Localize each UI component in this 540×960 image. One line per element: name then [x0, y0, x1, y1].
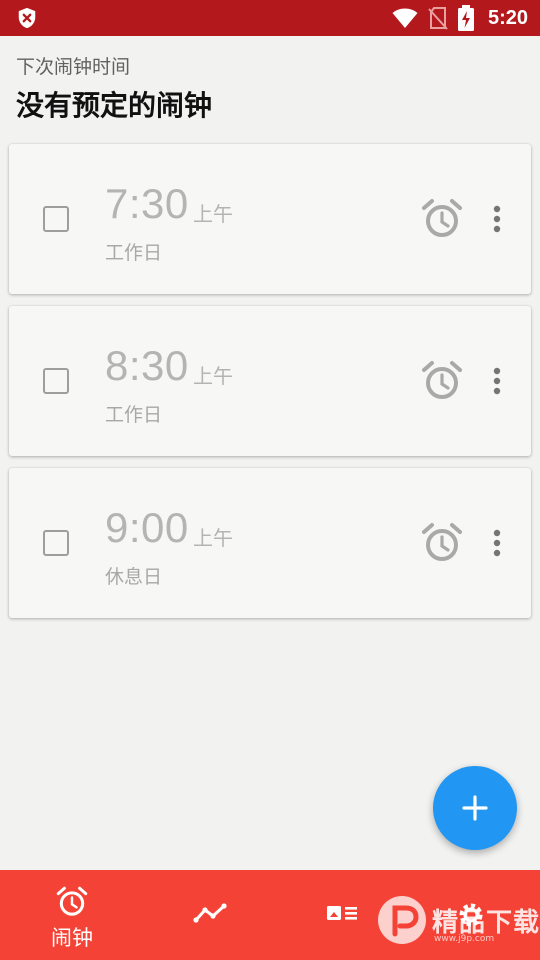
alarm-repeat: 工作日: [105, 404, 163, 426]
alarm-clock-icon[interactable]: [421, 198, 463, 240]
alarm-card[interactable]: 7:30 上午 工作日: [9, 144, 531, 294]
alarm-checkbox[interactable]: [43, 206, 69, 232]
next-alarm-value: 没有预定的闹钟: [16, 89, 213, 122]
no-sim-icon: [428, 7, 448, 30]
nav-item-stats[interactable]: [160, 870, 260, 960]
watermark-url: www.j9p.com: [434, 934, 495, 944]
battery-charging-icon: [457, 5, 474, 31]
alarm-ampm: 上午: [193, 202, 233, 226]
plus-icon: [462, 795, 488, 821]
trend-chart-icon: [193, 903, 227, 923]
alarm-time: 9:00: [105, 504, 189, 551]
alarm-checkbox[interactable]: [43, 368, 69, 394]
alarm-time: 8:30: [105, 342, 189, 389]
watermark-logo: [378, 896, 426, 944]
alarm-ampm: 上午: [193, 526, 233, 550]
next-alarm-label: 下次闹钟时间: [16, 56, 131, 78]
alarm-repeat: 休息日: [105, 566, 163, 588]
alarm-checkbox[interactable]: [43, 530, 69, 556]
alarm-clock-icon[interactable]: [421, 360, 463, 402]
alarm-clock-icon: [56, 886, 88, 916]
more-vert-icon[interactable]: [487, 528, 507, 558]
nav-label-alarm: 闹钟: [51, 926, 93, 950]
watermark: 精品下载 www.j9p.com: [372, 890, 540, 950]
status-time: 5:20: [487, 6, 528, 29]
more-vert-icon[interactable]: [487, 204, 507, 234]
nav-item-alarm[interactable]: 闹钟: [22, 870, 122, 960]
alarm-ampm: 上午: [193, 364, 233, 388]
alarm-time: 7:30: [105, 180, 189, 227]
alarm-repeat: 工作日: [105, 242, 163, 264]
wifi-icon: [392, 8, 418, 28]
shield-x-icon: [18, 7, 36, 29]
status-bar: 5:20: [0, 0, 540, 36]
card-list-icon: [327, 906, 357, 920]
alarm-card[interactable]: 8:30 上午 工作日: [9, 306, 531, 456]
add-alarm-button[interactable]: [433, 766, 517, 850]
more-vert-icon[interactable]: [487, 366, 507, 396]
alarm-clock-icon[interactable]: [421, 522, 463, 564]
alarm-card[interactable]: 9:00 上午 休息日: [9, 468, 531, 618]
